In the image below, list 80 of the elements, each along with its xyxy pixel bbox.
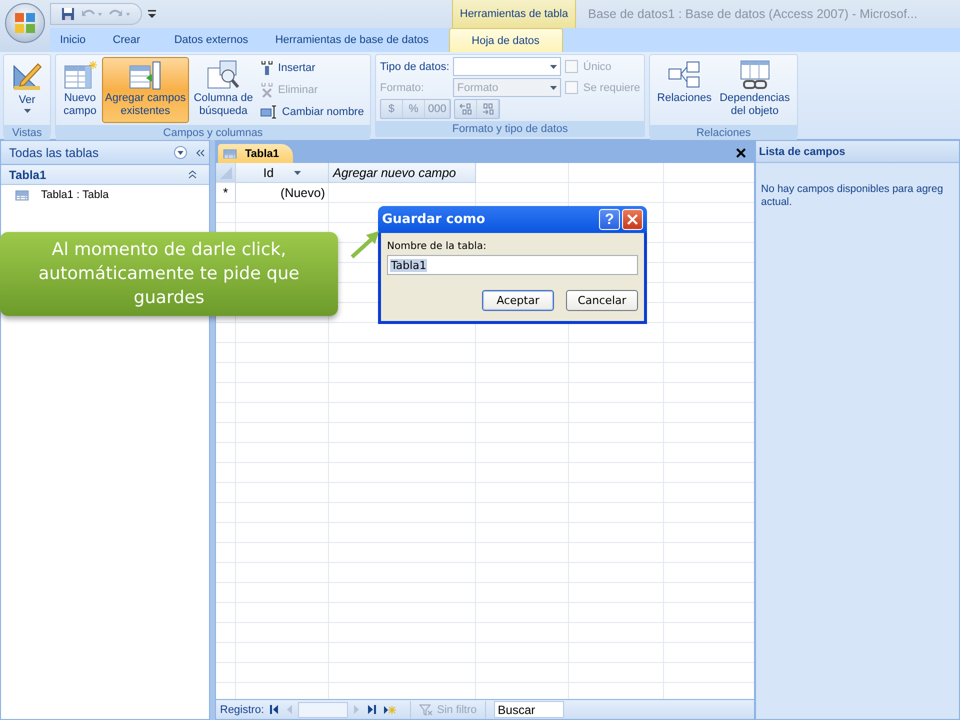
last-icon	[368, 705, 376, 714]
table-icon	[223, 147, 239, 160]
office-logo-icon	[14, 12, 36, 34]
ribbon-tab[interactable]: Herramientas de base de datos	[265, 28, 439, 52]
navigation-group[interactable]: Tabla1	[1, 165, 209, 185]
field-label: Tipo de datos:	[380, 60, 450, 72]
dropdown-icon	[174, 146, 187, 159]
rename-icon	[260, 104, 278, 120]
ribbon-button[interactable]: Agregar campos existentes	[102, 57, 189, 123]
lookup-column-icon	[206, 60, 240, 90]
filter-icon	[419, 704, 434, 716]
first-icon	[270, 705, 278, 714]
group-title: Formato y tipo de datos	[376, 121, 644, 137]
document-tab[interactable]: Tabla1	[218, 144, 294, 163]
table-cell: (Nuevo)	[236, 183, 329, 203]
info-message: actual.	[761, 196, 793, 209]
customize-toolbar-icon	[148, 9, 156, 19]
group-title: Campos y columnas	[56, 125, 370, 141]
delete-column-icon	[260, 82, 274, 98]
navigation-item[interactable]: Tabla1 : Tabla	[1, 185, 209, 205]
previous-icon	[286, 705, 292, 714]
corner-triangle-icon	[220, 166, 232, 178]
ribbon-button[interactable]: Nuevo campo	[60, 57, 100, 123]
navigation-title: Todas las tablas	[9, 146, 99, 160]
pointer-arrow	[350, 229, 380, 259]
column-header[interactable]: Id	[236, 163, 329, 183]
close-icon	[627, 214, 638, 225]
table-name-field[interactable]: Tabla1	[387, 255, 638, 275]
ribbon-tab[interactable]: Datos externos	[157, 28, 266, 52]
close-icon	[736, 148, 746, 158]
dialog-button[interactable]: Aceptar	[482, 290, 554, 311]
info-message: No hay campos disponibles para agreg	[761, 183, 944, 196]
save-icon	[61, 7, 75, 21]
navigation-header[interactable]: Todas las tablas	[1, 141, 209, 165]
ribbon-small-button[interactable]: Insertar	[258, 58, 366, 78]
ribbon-tab[interactable]: Crear	[96, 28, 158, 52]
ribbon-tab[interactable]: Inicio	[50, 28, 96, 52]
group-title: Vistas	[4, 125, 50, 141]
contextual-tab-group: Herramientas de tabla	[452, 0, 576, 28]
group-label: Tabla1	[9, 168, 46, 182]
ribbon-button[interactable]: Ver	[8, 57, 46, 123]
ribbon-button[interactable]: Relaciones	[654, 57, 715, 123]
caret-icon	[294, 170, 301, 174]
insert-column-icon	[260, 60, 274, 76]
next-icon	[354, 705, 360, 714]
caret-icon	[24, 109, 30, 113]
caret-icon	[550, 64, 558, 68]
window-title: Base de datos1 : Base de datos (Access 2007) - Microsof...	[588, 7, 918, 21]
office-button[interactable]	[5, 3, 45, 43]
pane-title: Lista de campos	[756, 141, 959, 163]
caret-icon	[550, 86, 558, 90]
ribbon-button[interactable]: Columna de búsqueda	[190, 57, 256, 123]
decimals-icon	[458, 103, 473, 115]
column-header[interactable]: Agregar nuevo campo	[329, 163, 476, 183]
search-field[interactable]: Buscar	[494, 701, 564, 718]
record-label: Registro:	[220, 704, 264, 716]
record-selector[interactable]: *	[216, 183, 236, 203]
linked-table-icon	[738, 60, 772, 90]
select-all-cell[interactable]	[216, 163, 236, 183]
dialog-button[interactable]: Cancelar	[566, 290, 638, 311]
ribbon-button[interactable]: Dependencias del objeto	[716, 57, 793, 123]
help-button[interactable]: ?	[599, 209, 620, 230]
record-field[interactable]	[298, 702, 348, 718]
ribbon-small-button[interactable]: Cambiar nombre	[258, 102, 366, 122]
callout-note: Al momento de darle click, automáticamente te pide que guardes	[0, 232, 338, 316]
ribbon-tab[interactable]: Hoja de datos	[448, 28, 563, 52]
add-fields-icon	[128, 60, 162, 90]
relationships-icon	[667, 60, 702, 90]
decimals-icon	[480, 103, 495, 115]
field-label: Formato:	[380, 82, 425, 94]
close-button[interactable]	[622, 209, 643, 230]
new-field-icon	[63, 60, 97, 90]
new-record-icon	[384, 704, 396, 714]
dropdown-field[interactable]	[453, 57, 562, 76]
table-icon	[15, 188, 31, 202]
group-title: Relaciones	[650, 125, 797, 141]
dialog-title: Guardar como	[382, 212, 486, 227]
collapse-icon	[195, 148, 205, 158]
chevron-up-icon	[188, 170, 197, 179]
field-label: Nombre de la tabla:	[387, 241, 488, 252]
